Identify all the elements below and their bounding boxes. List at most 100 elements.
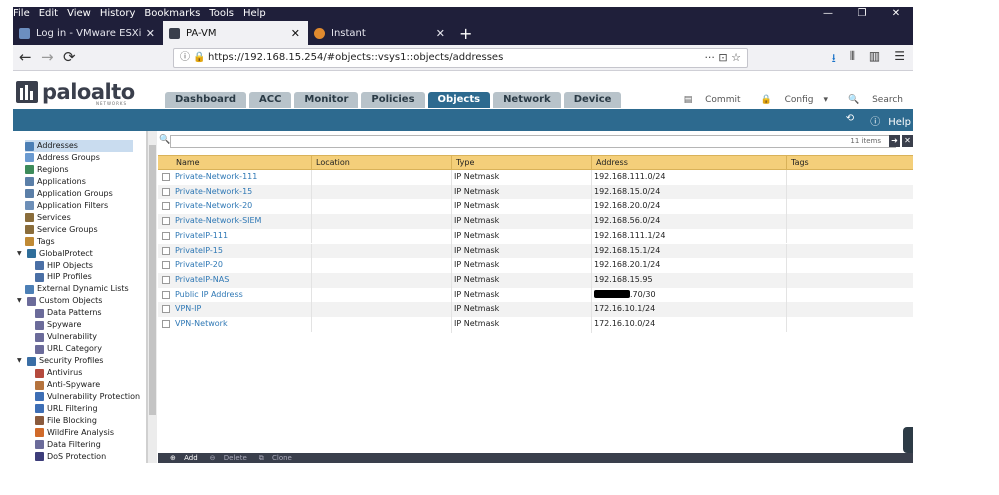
- table-row[interactable]: Private-Network-15 IP Netmask 192.168.15.0…: [158, 184, 913, 200]
- tab-policies[interactable]: Policies: [361, 92, 425, 108]
- tab-monitor[interactable]: Monitor: [294, 92, 359, 108]
- address-name-link[interactable]: PrivateIP-NAS: [175, 273, 229, 288]
- close-icon[interactable]: ✕: [436, 27, 445, 40]
- address-name-link[interactable]: PrivateIP-20: [175, 258, 223, 273]
- sidebar-item[interactable]: Regions: [25, 164, 133, 176]
- col-type[interactable]: Type: [451, 156, 474, 170]
- sidebar-item[interactable]: Spyware: [35, 319, 133, 331]
- sidebar-item[interactable]: File Blocking: [35, 415, 133, 427]
- sidebar-item[interactable]: Vulnerability: [35, 331, 133, 343]
- tab-acc[interactable]: ACC: [249, 92, 292, 108]
- row-checkbox[interactable]: [162, 290, 170, 299]
- table-row[interactable]: PrivateIP-NAS IP Netmask 192.168.15.95: [158, 272, 913, 288]
- row-checkbox[interactable]: [162, 187, 170, 196]
- table-row[interactable]: VPN-IP IP Netmask 172.16.10.1/24: [158, 302, 913, 317]
- sidebar-item[interactable]: ▼ Security Profiles: [17, 355, 133, 367]
- tab-vmware-esxi[interactable]: Log in - VMware ESXi ✕: [13, 21, 163, 45]
- commit-button[interactable]: ▤ Commit: [674, 95, 741, 105]
- row-checkbox[interactable]: [162, 202, 170, 211]
- sidebar-item[interactable]: Antivirus: [35, 367, 133, 379]
- table-row[interactable]: Private-Network-20 IP Netmask 192.168.20.0…: [158, 199, 913, 215]
- address-name-link[interactable]: Private-Network-15: [175, 185, 252, 200]
- address-name-link[interactable]: Private-Network-SIEM: [175, 214, 261, 229]
- row-checkbox[interactable]: [162, 217, 170, 226]
- tab-network[interactable]: Network: [493, 92, 561, 108]
- table-row[interactable]: PrivateIP-15 IP Netmask 192.168.15.1/24: [158, 243, 913, 259]
- forward-icon[interactable]: →: [41, 48, 54, 66]
- library-icon[interactable]: ⫴: [850, 49, 855, 70]
- scrollbar-thumb[interactable]: [149, 145, 156, 415]
- menu-history[interactable]: History: [100, 8, 136, 19]
- menu-view[interactable]: View: [67, 8, 91, 19]
- sidebar-icon[interactable]: ▥: [869, 49, 880, 70]
- restore-button[interactable]: ❐: [845, 7, 879, 21]
- col-name[interactable]: Name: [172, 156, 200, 170]
- sidebar-item[interactable]: URL Category: [35, 343, 133, 355]
- sidebar-item[interactable]: DoS Protection: [35, 451, 133, 463]
- expand-toggle-icon[interactable]: ▼: [17, 295, 25, 307]
- help-button[interactable]: ⓘ Help: [862, 113, 911, 128]
- row-checkbox[interactable]: [162, 246, 170, 255]
- table-row[interactable]: PrivateIP-20 IP Netmask 192.168.20.1/24: [158, 258, 913, 273]
- sidebar-item[interactable]: Application Groups: [25, 188, 133, 200]
- col-address[interactable]: Address: [591, 156, 628, 170]
- sidebar-item[interactable]: Applications: [25, 176, 133, 188]
- sidebar-item[interactable]: Anti-Spyware: [35, 379, 133, 391]
- sidebar-item[interactable]: URL Filtering: [35, 403, 133, 415]
- tab-pa-vm[interactable]: PA-VM ✕: [163, 21, 308, 45]
- reload-icon[interactable]: ⟳: [63, 48, 76, 66]
- sidebar-item[interactable]: HIP Objects: [35, 260, 133, 272]
- row-checkbox[interactable]: [162, 305, 170, 314]
- row-checkbox[interactable]: [162, 261, 170, 270]
- hamburger-menu-icon[interactable]: ☰: [894, 49, 905, 70]
- sidebar-item[interactable]: Vulnerability Protection: [35, 391, 140, 403]
- sidebar-item[interactable]: Application Filters: [25, 200, 133, 212]
- close-icon[interactable]: ✕: [291, 27, 300, 40]
- sidebar-item[interactable]: Services: [25, 212, 133, 224]
- table-row[interactable]: Private-Network-SIEM IP Netmask 192.168.56…: [158, 214, 913, 229]
- search-button[interactable]: 🔍 Search: [838, 95, 903, 105]
- sidebar-item[interactable]: HIP Profiles: [35, 271, 133, 283]
- expand-toggle-icon[interactable]: ▼: [17, 248, 25, 260]
- config-button[interactable]: 🔒 Config ▾: [751, 95, 829, 105]
- table-row[interactable]: PrivateIP-111 IP Netmask 192.168.111.1/24: [158, 228, 913, 244]
- apply-filter-button[interactable]: ➜: [889, 135, 900, 147]
- col-tags[interactable]: Tags: [786, 156, 809, 170]
- address-name-link[interactable]: Private-Network-111: [175, 170, 257, 185]
- address-name-link[interactable]: Public IP Address: [175, 288, 243, 303]
- row-checkbox[interactable]: [162, 320, 170, 328]
- col-location[interactable]: Location: [311, 156, 350, 170]
- sidebar-item[interactable]: Service Groups: [25, 224, 133, 236]
- address-name-link[interactable]: PrivateIP-15: [175, 244, 223, 259]
- address-name-link[interactable]: VPN-Network: [175, 317, 228, 332]
- panel-grip[interactable]: [903, 427, 913, 453]
- download-icon[interactable]: ⭳: [832, 49, 836, 70]
- sidebar-item[interactable]: ▼ Custom Objects: [17, 295, 133, 307]
- menu-bookmarks[interactable]: Bookmarks: [144, 8, 200, 19]
- menu-help[interactable]: Help: [243, 8, 266, 19]
- table-row[interactable]: Public IP Address IP Netmask .70/30: [158, 287, 913, 303]
- minimize-button[interactable]: —: [811, 7, 845, 21]
- close-icon[interactable]: ✕: [146, 27, 155, 40]
- sidebar-item[interactable]: Data Filtering: [35, 439, 133, 451]
- tab-objects[interactable]: Objects: [427, 92, 491, 108]
- page-actions[interactable]: ··· ⊡ ☆: [704, 49, 741, 67]
- expand-toggle-icon[interactable]: ▼: [17, 355, 25, 367]
- sidebar-item[interactable]: Tags: [25, 236, 133, 248]
- menu-edit[interactable]: Edit: [39, 8, 58, 19]
- new-tab-icon[interactable]: +: [459, 24, 472, 43]
- tree-scrollbar[interactable]: [147, 131, 157, 463]
- sidebar-item[interactable]: Address Groups: [25, 152, 133, 164]
- url-input[interactable]: ⓘ 🔒 https://192.168.15.254/#objects::vsy…: [173, 48, 748, 68]
- menu-file[interactable]: File: [13, 8, 30, 19]
- row-checkbox[interactable]: [162, 275, 170, 284]
- row-checkbox[interactable]: [162, 173, 170, 181]
- menu-tools[interactable]: Tools: [209, 8, 234, 19]
- table-row[interactable]: Private-Network-111 IP Netmask 192.168.111…: [158, 170, 913, 185]
- sidebar-item[interactable]: Data Patterns: [35, 307, 133, 319]
- address-name-link[interactable]: VPN-IP: [175, 302, 201, 317]
- clone-button[interactable]: ⧉ Clone: [253, 453, 292, 463]
- sidebar-item[interactable]: External Dynamic Lists: [25, 283, 133, 295]
- tab-instant[interactable]: Instant ✕: [308, 21, 453, 45]
- tab-dashboard[interactable]: Dashboard: [165, 92, 246, 108]
